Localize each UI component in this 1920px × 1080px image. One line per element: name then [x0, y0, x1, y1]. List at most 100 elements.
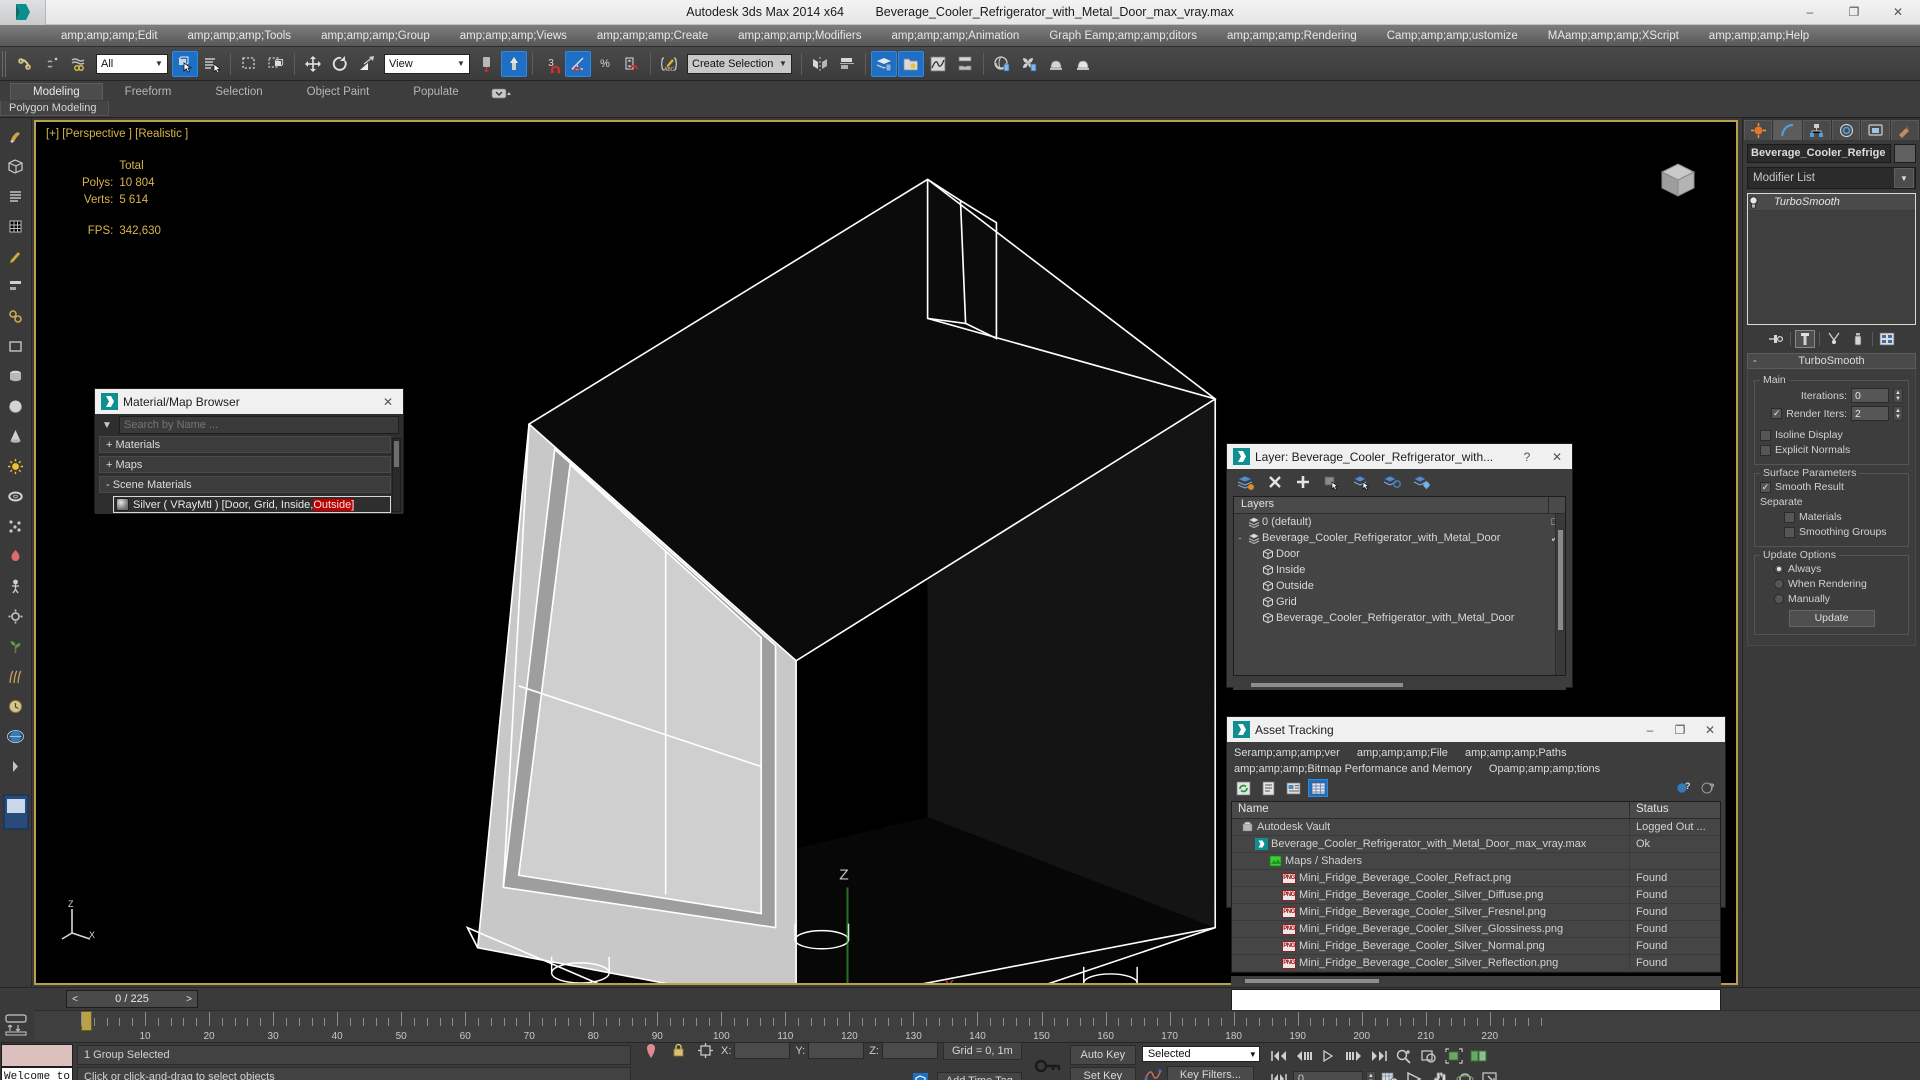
asset-row[interactable]: PNG Mini_Fridge_Beverage_Cooler_Silver_Re… — [1232, 955, 1720, 972]
time-slider[interactable]: < 0 / 225 > — [66, 990, 198, 1008]
pan-view-arrow-icon[interactable] — [1404, 1069, 1426, 1080]
torus-icon[interactable] — [4, 484, 28, 508]
modifier-list-combo[interactable]: Modifier List ▼ — [1747, 167, 1916, 189]
layer-dialog-titlebar[interactable]: Layer: Beverage_Cooler_Refrigerator_with… — [1227, 444, 1572, 469]
play-animation-icon[interactable] — [1318, 1046, 1340, 1066]
pan-hand-icon[interactable] — [1429, 1069, 1451, 1080]
track-bar-ruler[interactable]: 10 20 30 40 50 60 70 80 90 100 110 120 130 140 150 160 1… — [34, 1010, 1920, 1042]
spinner-snap-toggle-icon[interactable] — [619, 51, 645, 77]
asset-row[interactable]: PNG Mini_Fridge_Beverage_Cooler_Silver_No… — [1232, 938, 1720, 955]
layer-row[interactable]: Beverage_Cooler_Refrigerator_with_Metal_… — [1234, 610, 1565, 626]
update-when-rendering-radio[interactable] — [1774, 579, 1784, 589]
menu-item-create[interactable]: amp;amp;amp;Create — [582, 25, 723, 47]
explicit-normals-checkbox[interactable] — [1760, 444, 1771, 456]
asset-row[interactable]: Autodesk Vault Logged Out ... — [1232, 819, 1720, 836]
use-pivot-point-center-icon[interactable] — [474, 51, 500, 77]
menu-item-graph-editors[interactable]: Graph Eamp;amp;amp;ditors — [1034, 25, 1212, 47]
layer-list-hscrollbar[interactable] — [1233, 679, 1566, 690]
separate-materials-checkbox[interactable] — [1784, 511, 1795, 523]
name-column-header[interactable]: Name — [1232, 802, 1630, 818]
selection-filter-combo[interactable]: All ▼ — [96, 53, 168, 74]
select-and-rotate-icon[interactable] — [327, 51, 353, 77]
layer-properties-icon[interactable] — [1413, 474, 1431, 490]
ribbon-options-icon[interactable] — [481, 87, 523, 100]
app-logo-icon[interactable] — [0, 0, 46, 25]
make-unique-icon[interactable] — [1824, 330, 1844, 348]
key-mode-combo[interactable]: Selected ▼ — [1141, 1046, 1260, 1062]
layer-row[interactable]: 0 (default)□ — [1234, 514, 1565, 530]
edit-named-selection-sets-icon[interactable]: ABC — [656, 51, 682, 77]
chevron-down-icon[interactable]: ▼ — [777, 59, 789, 68]
separate-smoothing-groups-checkbox[interactable] — [1784, 526, 1795, 538]
cylinder-icon[interactable] — [4, 364, 28, 388]
delete-layer-icon[interactable] — [1267, 474, 1283, 490]
tab-hierarchy[interactable] — [1802, 120, 1831, 140]
menu-item-group[interactable]: amp;amp;amp;Group — [306, 25, 445, 47]
show-end-result-icon[interactable] — [1795, 330, 1815, 348]
rollout-collapse-icon[interactable]: - — [1753, 355, 1757, 367]
asset-menu-file[interactable]: amp;amp;amp;File — [1357, 747, 1448, 759]
prev-frame-button[interactable]: < — [67, 991, 83, 1007]
minimize-icon[interactable]: – — [1788, 0, 1832, 25]
character-icon[interactable] — [4, 574, 28, 598]
scrollbar-thumb[interactable] — [394, 441, 399, 467]
rectangle-shape-icon[interactable] — [4, 334, 28, 358]
particles-icon[interactable] — [4, 514, 28, 538]
current-frame-display[interactable]: 0 / 225 — [83, 991, 181, 1007]
clock-icon[interactable] — [4, 694, 28, 718]
set-key-button[interactable]: Set Key — [1069, 1066, 1136, 1080]
chevron-down-icon[interactable]: ▼ — [1249, 1050, 1257, 1059]
material-editor-icon[interactable] — [989, 51, 1015, 77]
mirror-icon[interactable] — [807, 51, 833, 77]
layer-row[interactable]: Grid — [1234, 594, 1565, 610]
helper-point-icon[interactable] — [4, 544, 28, 568]
select-by-name-icon[interactable] — [199, 51, 225, 77]
z-field[interactable] — [881, 1042, 938, 1059]
modifier-stack[interactable]: TurboSmooth — [1747, 193, 1916, 325]
menu-item-tools[interactable]: amp;amp;amp;Tools — [173, 25, 307, 47]
menu-item-help[interactable]: amp;amp;amp;Help — [1694, 25, 1824, 47]
select-and-manipulate-icon[interactable] — [501, 50, 527, 77]
asset-row[interactable]: PNG Mini_Fridge_Beverage_Cooler_Silver_Di… — [1232, 887, 1720, 904]
add-time-tag-button[interactable]: Add Time Tag — [936, 1071, 1022, 1080]
iterations-field[interactable]: 0 — [1851, 388, 1889, 403]
snaps-toggle-3-icon[interactable]: 3 — [538, 51, 564, 77]
reference-coordinate-system-combo[interactable]: View ▼ — [384, 53, 470, 74]
select-and-move-icon[interactable] — [300, 51, 326, 77]
angle-snap-toggle-icon[interactable] — [565, 50, 591, 77]
y-field[interactable] — [808, 1042, 865, 1059]
asset-row[interactable]: PNG Mini_Fridge_Beverage_Cooler_Silver_Gl… — [1232, 921, 1720, 938]
expand-strip-icon[interactable] — [4, 754, 28, 778]
update-manually-radio[interactable] — [1774, 594, 1784, 604]
layer-row[interactable]: Inside — [1234, 562, 1565, 578]
update-button[interactable]: Update — [1788, 610, 1875, 627]
key-filters-button[interactable]: Key Filters... — [1166, 1065, 1254, 1080]
refresh-icon[interactable] — [1233, 779, 1253, 797]
tab-create[interactable] — [1744, 120, 1773, 140]
tab-display[interactable] — [1861, 120, 1890, 140]
material-browser-titlebar[interactable]: Material/Map Browser ✕ — [95, 389, 403, 414]
frame-spinner[interactable]: ▲▼ — [1365, 1070, 1376, 1080]
key-curve-icon[interactable] — [1142, 1065, 1164, 1080]
view-cube[interactable] — [1656, 158, 1700, 202]
asset-menu-paths[interactable]: amp;amp;amp;Paths — [1465, 747, 1567, 759]
undo-icon[interactable] — [12, 51, 38, 77]
asset-row[interactable]: PNG Mini_Fridge_Beverage_Cooler_Silver_Fr… — [1232, 904, 1720, 921]
sphere-icon[interactable] — [4, 394, 28, 418]
close-icon[interactable]: ✕ — [373, 389, 403, 414]
layer-row[interactable]: Outside — [1234, 578, 1565, 594]
help-globe-icon[interactable]: ? — [1674, 779, 1694, 797]
asset-tracking-titlebar[interactable]: Asset Tracking – ❐ ✕ — [1227, 717, 1725, 742]
menu-item-edit[interactable]: amp;amp;amp;Edit — [46, 25, 173, 47]
go-to-start-icon[interactable] — [1268, 1046, 1290, 1066]
render-iters-field[interactable]: 2 — [1851, 406, 1889, 421]
zoom-region-icon[interactable] — [1393, 1046, 1415, 1066]
render-setup-icon[interactable] — [1016, 51, 1042, 77]
layer-expander-icon[interactable]: - — [1234, 533, 1246, 543]
create-new-layer-icon[interactable] — [1237, 474, 1255, 490]
asset-row[interactable]: PNG Mini_Fridge_Beverage_Cooler_Refract.p… — [1232, 870, 1720, 887]
cone-icon[interactable] — [4, 424, 28, 448]
tab-modeling[interactable]: Modeling — [10, 83, 103, 100]
align-icon[interactable] — [834, 51, 860, 77]
auto-key-button[interactable]: Auto Key — [1069, 1045, 1136, 1065]
